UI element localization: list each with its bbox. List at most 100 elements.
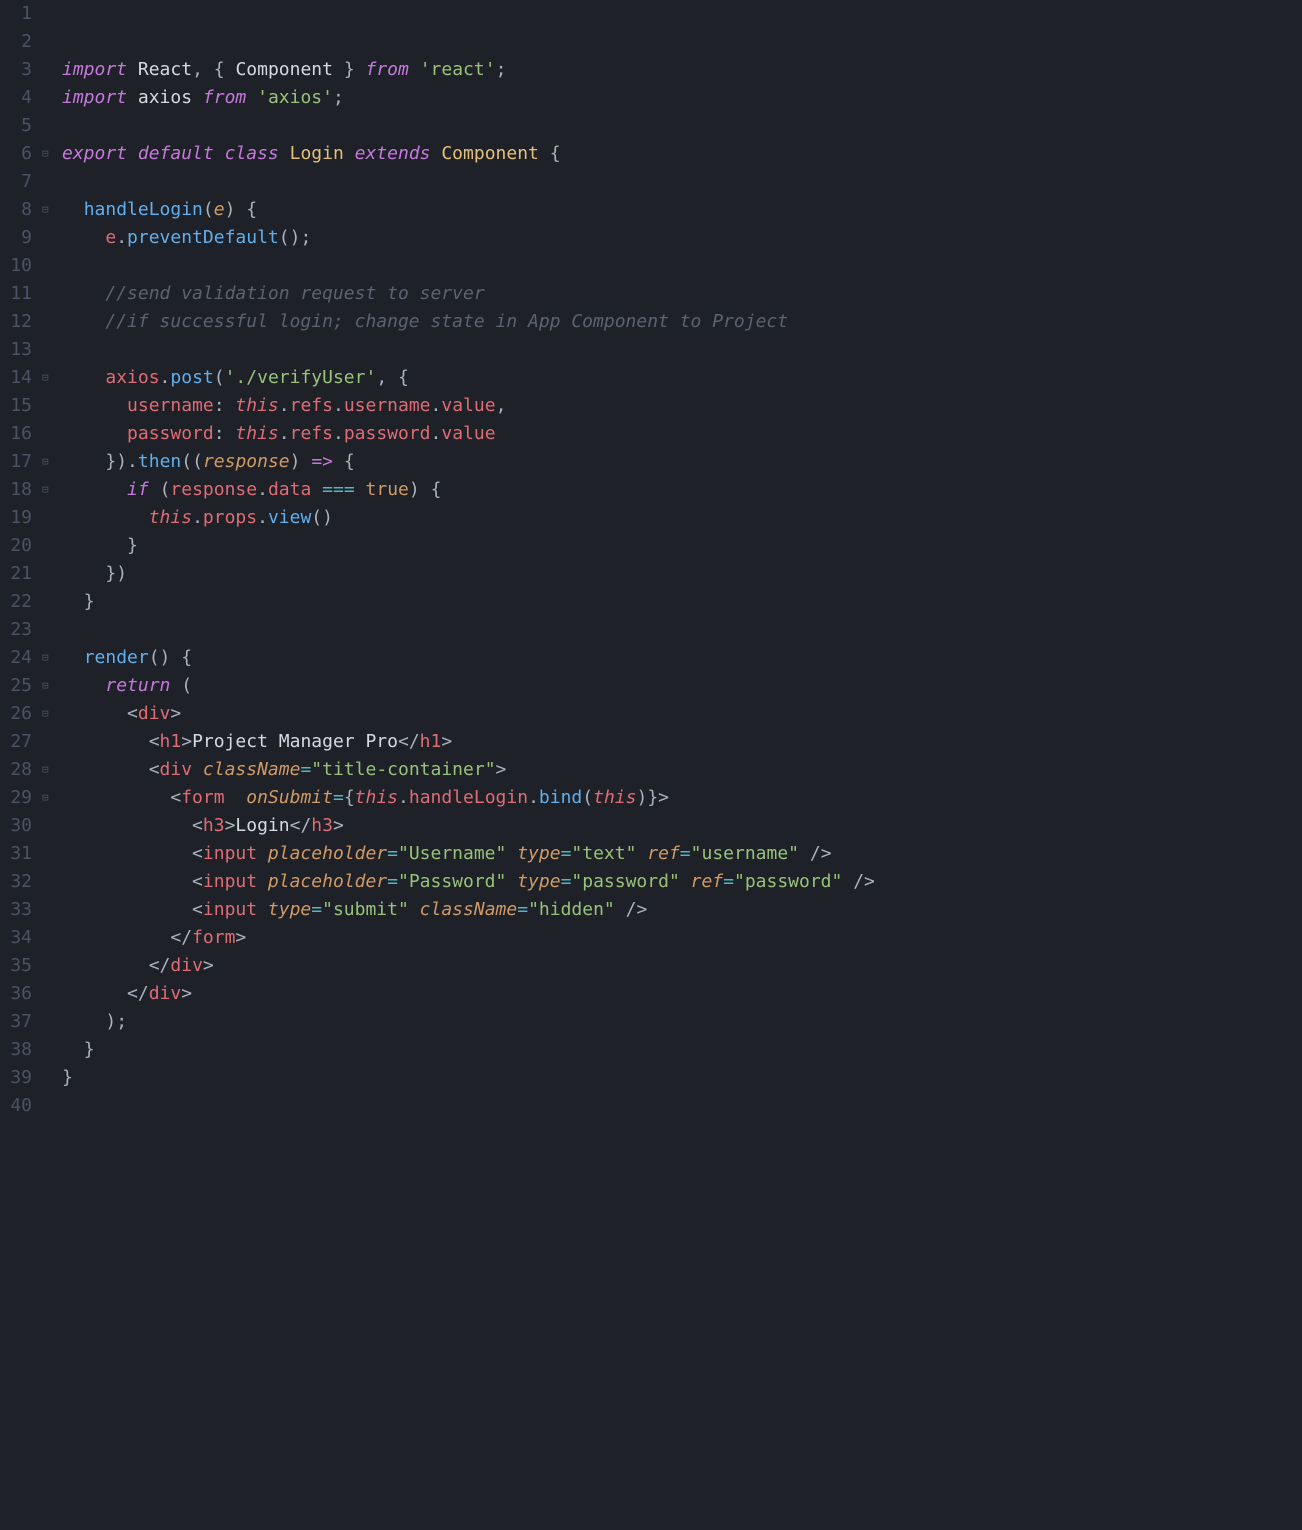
code-line[interactable]: 8⊟ handleLogin(e) { [0, 196, 1302, 224]
fold-gutter[interactable]: ⊟ [42, 140, 62, 168]
code-line[interactable]: 7 [0, 168, 1302, 196]
code-content[interactable]: password: this.refs.password.value [62, 420, 1302, 448]
fold-toggle-icon[interactable]: ⊟ [42, 455, 49, 468]
code-content[interactable] [62, 616, 1302, 644]
fold-gutter[interactable]: ⊟ [42, 672, 62, 700]
code-line[interactable]: 31 <input placeholder="Username" type="t… [0, 840, 1302, 868]
code-line[interactable]: 29⊟ <form onSubmit={this.handleLogin.bin… [0, 784, 1302, 812]
code-line[interactable]: 34 </form> [0, 924, 1302, 952]
fold-toggle-icon[interactable]: ⊟ [42, 203, 49, 216]
code-line[interactable]: 27 <h1>Project Manager Pro</h1> [0, 728, 1302, 756]
code-line[interactable]: 37 ); [0, 1008, 1302, 1036]
code-content[interactable]: <h3>Login</h3> [62, 812, 1302, 840]
code-content[interactable]: //send validation request to server [62, 280, 1302, 308]
fold-gutter[interactable]: ⊟ [42, 364, 62, 392]
code-content[interactable]: <input placeholder="Username" type="text… [62, 840, 1302, 868]
code-content[interactable]: this.props.view() [62, 504, 1302, 532]
code-line[interactable]: 22 } [0, 588, 1302, 616]
code-content[interactable]: username: this.refs.username.value, [62, 392, 1302, 420]
code-content[interactable]: </form> [62, 924, 1302, 952]
code-content[interactable]: import React, { Component } from 'react'… [62, 56, 1302, 84]
code-line[interactable]: 15 username: this.refs.username.value, [0, 392, 1302, 420]
code-content[interactable]: axios.post('./verifyUser', { [62, 364, 1302, 392]
code-content[interactable]: <div> [62, 700, 1302, 728]
code-content[interactable]: } [62, 1036, 1302, 1064]
code-line[interactable]: 39} [0, 1064, 1302, 1092]
code-line[interactable]: 35 </div> [0, 952, 1302, 980]
code-content[interactable] [62, 0, 1302, 28]
code-line[interactable]: 36 </div> [0, 980, 1302, 1008]
code-line[interactable]: 12 //if successful login; change state i… [0, 308, 1302, 336]
code-line[interactable]: 9 e.preventDefault(); [0, 224, 1302, 252]
code-content[interactable]: <input placeholder="Password" type="pass… [62, 868, 1302, 896]
code-content[interactable]: export default class Login extends Compo… [62, 140, 1302, 168]
code-editor[interactable]: 123import React, { Component } from 'rea… [0, 0, 1302, 1120]
code-content[interactable] [62, 336, 1302, 364]
code-line[interactable]: 5 [0, 112, 1302, 140]
code-line[interactable]: 16 password: this.refs.password.value [0, 420, 1302, 448]
code-content[interactable]: import axios from 'axios'; [62, 84, 1302, 112]
code-line[interactable]: 23 [0, 616, 1302, 644]
code-line[interactable]: 38 } [0, 1036, 1302, 1064]
code-content[interactable] [62, 112, 1302, 140]
fold-gutter[interactable]: ⊟ [42, 448, 62, 476]
code-content[interactable] [62, 168, 1302, 196]
code-line[interactable]: 6⊟export default class Login extends Com… [0, 140, 1302, 168]
code-content[interactable] [62, 1092, 1302, 1120]
code-line[interactable]: 25⊟ return ( [0, 672, 1302, 700]
code-line[interactable]: 1 [0, 0, 1302, 28]
code-content[interactable]: } [62, 588, 1302, 616]
code-line[interactable]: 10 [0, 252, 1302, 280]
code-line[interactable]: 20 } [0, 532, 1302, 560]
code-content[interactable]: </div> [62, 952, 1302, 980]
code-line[interactable]: 19 this.props.view() [0, 504, 1302, 532]
code-content[interactable]: } [62, 532, 1302, 560]
code-content[interactable]: <div className="title-container"> [62, 756, 1302, 784]
fold-gutter[interactable]: ⊟ [42, 700, 62, 728]
code-content[interactable]: e.preventDefault(); [62, 224, 1302, 252]
fold-gutter[interactable]: ⊟ [42, 196, 62, 224]
fold-toggle-icon[interactable]: ⊟ [42, 651, 49, 664]
fold-toggle-icon[interactable]: ⊟ [42, 483, 49, 496]
code-content[interactable]: ); [62, 1008, 1302, 1036]
code-content[interactable]: }).then((response) => { [62, 448, 1302, 476]
code-line[interactable]: 11 //send validation request to server [0, 280, 1302, 308]
code-line[interactable]: 24⊟ render() { [0, 644, 1302, 672]
fold-toggle-icon[interactable]: ⊟ [42, 763, 49, 776]
code-line[interactable]: 14⊟ axios.post('./verifyUser', { [0, 364, 1302, 392]
code-content[interactable]: render() { [62, 644, 1302, 672]
code-content[interactable]: if (response.data === true) { [62, 476, 1302, 504]
code-content[interactable] [62, 28, 1302, 56]
code-content[interactable]: <input type="submit" className="hidden" … [62, 896, 1302, 924]
code-line[interactable]: 3import React, { Component } from 'react… [0, 56, 1302, 84]
code-content[interactable]: return ( [62, 672, 1302, 700]
code-content[interactable] [62, 252, 1302, 280]
code-content[interactable]: }) [62, 560, 1302, 588]
code-line[interactable]: 32 <input placeholder="Password" type="p… [0, 868, 1302, 896]
fold-toggle-icon[interactable]: ⊟ [42, 371, 49, 384]
code-line[interactable]: 21 }) [0, 560, 1302, 588]
fold-toggle-icon[interactable]: ⊟ [42, 147, 49, 160]
code-line[interactable]: 18⊟ if (response.data === true) { [0, 476, 1302, 504]
code-line[interactable]: 2 [0, 28, 1302, 56]
fold-toggle-icon[interactable]: ⊟ [42, 707, 49, 720]
code-line[interactable]: 30 <h3>Login</h3> [0, 812, 1302, 840]
code-line[interactable]: 17⊟ }).then((response) => { [0, 448, 1302, 476]
code-content[interactable]: <h1>Project Manager Pro</h1> [62, 728, 1302, 756]
code-line[interactable]: 26⊟ <div> [0, 700, 1302, 728]
fold-gutter[interactable]: ⊟ [42, 784, 62, 812]
code-content[interactable]: </div> [62, 980, 1302, 1008]
fold-toggle-icon[interactable]: ⊟ [42, 679, 49, 692]
code-line[interactable]: 4import axios from 'axios'; [0, 84, 1302, 112]
fold-toggle-icon[interactable]: ⊟ [42, 791, 49, 804]
code-content[interactable]: handleLogin(e) { [62, 196, 1302, 224]
code-line[interactable]: 33 <input type="submit" className="hidde… [0, 896, 1302, 924]
code-content[interactable]: //if successful login; change state in A… [62, 308, 1302, 336]
fold-gutter[interactable]: ⊟ [42, 644, 62, 672]
fold-gutter[interactable]: ⊟ [42, 476, 62, 504]
code-line[interactable]: 28⊟ <div className="title-container"> [0, 756, 1302, 784]
code-content[interactable]: <form onSubmit={this.handleLogin.bind(th… [62, 784, 1302, 812]
code-content[interactable]: } [62, 1064, 1302, 1092]
code-line[interactable]: 13 [0, 336, 1302, 364]
fold-gutter[interactable]: ⊟ [42, 756, 62, 784]
